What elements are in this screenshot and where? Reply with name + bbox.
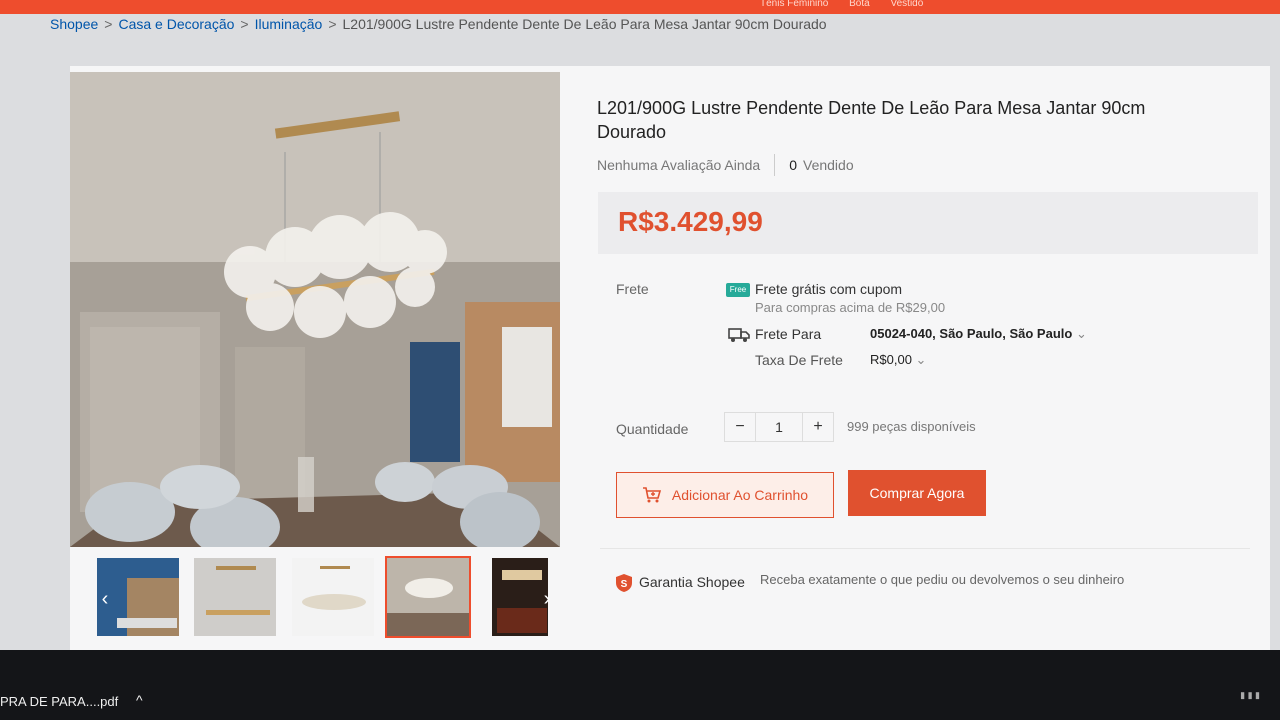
thumbnail-image — [194, 558, 276, 636]
breadcrumb-iluminacao[interactable]: Iluminação — [255, 16, 323, 32]
top-nav-bar: Tênis Feminino Bota Vestido — [0, 0, 1280, 14]
decrease-button[interactable]: − — [725, 413, 755, 441]
quantity-label: Quantidade — [616, 421, 689, 437]
thumbnail[interactable] — [290, 556, 376, 638]
add-to-cart-button[interactable]: Adicionar Ao Carrinho — [616, 472, 834, 518]
shipping-fee[interactable]: R$0,00 ⌄ — [870, 352, 926, 368]
product-main-image[interactable] — [70, 72, 560, 547]
thumbnail[interactable] — [192, 556, 278, 638]
chevron-up-icon[interactable]: ^ — [136, 692, 143, 708]
ship-to-value: 05024-040, São Paulo, São Paulo — [870, 326, 1073, 341]
top-link[interactable]: Bota — [849, 0, 870, 9]
free-shipping-icon: Free — [726, 283, 750, 297]
os-taskbar: PRA DE PARA....pdf ^ ▮ ▮ ▮ — [0, 650, 1280, 720]
shipping-fee-label: Taxa De Frete — [755, 352, 843, 368]
thumbnail-strip: ‹ › — [95, 556, 555, 646]
top-nav-links: Tênis Feminino Bota Vestido — [760, 0, 941, 9]
free-shipping-subtext: Para compras acima de R$29,00 — [755, 300, 946, 315]
chevron-down-icon: ⌄ — [1075, 326, 1087, 341]
price-box: R$3.429,99 — [598, 192, 1258, 254]
truck-icon — [728, 328, 750, 342]
quantity-stepper: − 1 + — [724, 412, 834, 442]
thumbnail-image — [292, 558, 374, 636]
chandelier-room-image — [70, 72, 560, 547]
guarantee-title: Garantia Shopee — [639, 574, 745, 590]
guarantee-text: Receba exatamente o que pediu ou devolve… — [760, 572, 1125, 587]
top-link[interactable]: Tênis Feminino — [760, 0, 828, 9]
chevron-right-icon: > — [240, 16, 249, 32]
system-tray: ▮ ▮ ▮ — [1240, 690, 1260, 700]
rating-sold-row: Nenhuma Avaliação Ainda 0 Vendido — [597, 154, 854, 176]
free-shipping-text: Frete grátis com cupom — [755, 281, 903, 297]
ship-to-address[interactable]: 05024-040, São Paulo, São Paulo ⌄ — [870, 326, 1087, 342]
chevron-right-icon[interactable]: › — [537, 586, 557, 612]
stock-available: 999 peças disponíveis — [847, 419, 976, 434]
shipping-fee-value: R$0,00 — [870, 352, 912, 367]
buy-now-button[interactable]: Comprar Agora — [848, 470, 986, 516]
sold-label: Vendido — [803, 157, 854, 173]
quantity-input[interactable]: 1 — [755, 413, 803, 441]
breadcrumb: Shopee > Casa e Decoração > Iluminação > L201/… — [50, 16, 827, 32]
sold-count: 0 — [789, 157, 797, 173]
chevron-right-icon: > — [328, 16, 337, 32]
thumbnail-image — [387, 558, 469, 636]
shopee-guarantee-icon: S — [616, 574, 632, 592]
thumbnail-selected[interactable] — [385, 556, 471, 638]
breadcrumb-shopee[interactable]: Shopee — [50, 16, 98, 32]
shipping-label: Frete — [616, 281, 649, 297]
divider — [774, 154, 776, 176]
product-price: R$3.429,99 — [618, 206, 763, 237]
chevron-down-icon: ⌄ — [915, 352, 927, 367]
breadcrumb-current: L201/900G Lustre Pendente Dente De Leão … — [342, 16, 827, 32]
chevron-right-icon: > — [104, 16, 113, 32]
ship-to-label: Frete Para — [755, 326, 822, 342]
breadcrumb-casa-decoracao[interactable]: Casa e Decoração — [118, 16, 234, 32]
add-to-cart-label: Adicionar Ao Carrinho — [671, 487, 809, 503]
download-file-item[interactable]: PRA DE PARA....pdf — [0, 694, 118, 709]
svg-text:S: S — [621, 579, 628, 590]
increase-button[interactable]: + — [803, 413, 833, 441]
product-title: L201/900G Lustre Pendente Dente De Leão … — [597, 98, 1146, 142]
divider — [600, 548, 1250, 549]
rating-text[interactable]: Nenhuma Avaliação Ainda — [597, 157, 760, 173]
top-link[interactable]: Vestido — [891, 0, 924, 9]
chevron-left-icon[interactable]: ‹ — [95, 586, 115, 612]
cart-plus-icon — [642, 487, 661, 503]
